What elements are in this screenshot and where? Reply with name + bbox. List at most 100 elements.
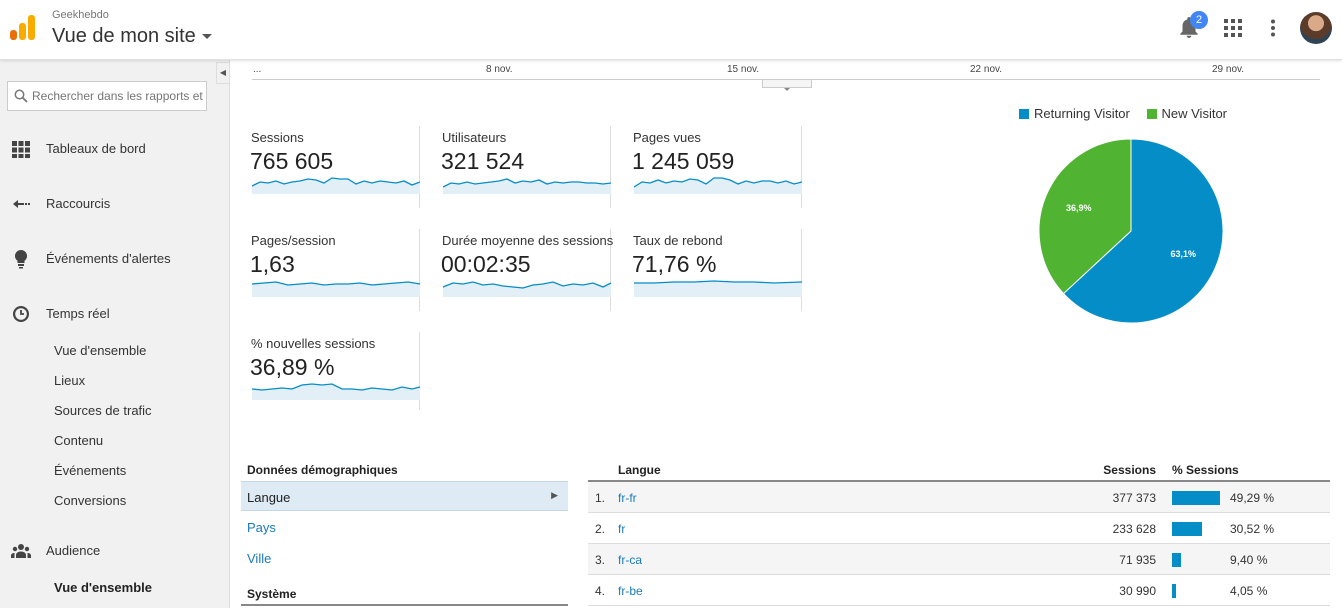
chevron-down-icon [784,88,790,91]
timeline-label: 15 nov. [727,64,760,75]
chevron-right-icon: ▶ [551,490,558,500]
legend-item[interactable]: Returning Visitor [1019,106,1130,121]
legend-item[interactable]: New Visitor [1146,106,1228,121]
date-timeline: ... 8 nov. 15 nov. 22 nov. 29 nov. [240,60,1320,91]
account-name: Geekhebdo [52,9,109,21]
percent-value: 30,52 % [1230,522,1275,536]
metric-name: Pages vues [633,130,701,145]
metric-value: 00:02:35 [441,251,531,277]
collapse-sidebar-button[interactable]: ◀ [216,62,230,84]
metric-bounce-rate[interactable]: Taux de rebond 71,76 % [622,229,803,311]
sidebar-item-label: Temps réel [46,306,110,321]
apps-grid-icon[interactable] [1224,19,1242,37]
legend-label: New Visitor [1161,106,1228,121]
sidebar-item-alerts[interactable]: Événements d'alertes [0,246,230,272]
sparkline [252,383,421,400]
sidebar-item-dashboards[interactable]: Tableaux de bord [0,136,230,162]
row-number: 1. [595,491,606,505]
demo-item-city[interactable]: Ville [241,543,568,573]
caret-down-icon [201,34,212,40]
sparkline [252,281,421,297]
search-box[interactable] [7,81,207,111]
legend-label: Returning Visitor [1034,106,1130,121]
language-link[interactable]: fr-fr [618,491,637,505]
sidebar-subitem-overview[interactable]: Vue d'ensemble [54,343,146,358]
pie-label: 63,1% [1171,249,1197,259]
sidebar-item-audience[interactable]: Audience [0,538,230,564]
column-header-language[interactable]: Langue [618,463,661,477]
row-number: 2. [595,522,606,536]
sidebar-item-realtime[interactable]: Temps réel [0,301,230,327]
row-number: 3. [595,553,606,567]
percent-value: 49,29 % [1230,491,1275,505]
metric-name: Pages/session [251,233,336,248]
metric-sessions[interactable]: Sessions 765 605 [240,126,421,208]
chart-legend: Returning Visitor New Visitor [1019,106,1240,121]
metric-pages-per-session[interactable]: Pages/session 1,63 [240,229,421,311]
metric-value: 71,76 % [632,251,717,277]
property-selector[interactable]: Vue de mon site [52,25,212,48]
percent-value: 9,40 % [1230,553,1268,567]
site-title: Vue de mon site [52,25,196,47]
timeline-drag-handle[interactable] [762,80,812,91]
metric-name: Utilisateurs [442,130,507,145]
notification-badge[interactable]: 2 [1190,11,1208,29]
visitor-type-pie-chart: 63,1% 36,9% [1038,138,1224,324]
sidebar-item-shortcuts[interactable]: Raccourcis [0,191,230,217]
analytics-logo-icon[interactable] [10,15,36,41]
sessions-value: 377 373 [1112,491,1156,505]
metric-new-sessions[interactable]: % nouvelles sessions 36,89 % [240,332,421,410]
avatar[interactable] [1300,12,1332,44]
sidebar-subitem-audience-overview[interactable]: Vue d'ensemble [54,580,152,595]
demo-item-label: Langue [247,490,291,505]
divider [241,604,568,606]
more-vert-icon[interactable] [1265,19,1281,37]
demographics-heading: Données démographiques [247,463,398,477]
metric-value: 1,63 [250,251,295,277]
sidebar-item-label: Raccourcis [46,196,111,211]
sidebar-item-label: Événements d'alertes [46,251,171,266]
metric-value: 1 245 059 [632,148,735,174]
sidebar-subitem-events[interactable]: Événements [54,463,126,478]
language-link[interactable]: fr-ca [618,553,642,567]
timeline-label: ... [253,64,262,75]
sidebar-subitem-locations[interactable]: Lieux [54,373,85,388]
sparkline [443,281,612,297]
column-header-sessions[interactable]: Sessions [1103,463,1156,477]
metric-name: Taux de rebond [633,233,723,248]
metric-pageviews[interactable]: Pages vues 1 245 059 [622,126,803,208]
demo-item-label: Pays [247,520,276,535]
metric-value: 36,89 % [250,354,335,380]
demo-item-language[interactable]: Langue ▶ [241,481,568,511]
timeline-label: 29 nov. [1212,64,1245,75]
search-icon [14,89,28,103]
percent-bar [1172,553,1181,567]
percent-bar [1172,522,1202,536]
metric-users[interactable]: Utilisateurs 321 524 [431,126,612,208]
legend-swatch [1146,109,1157,119]
demo-item-label: Ville [247,551,272,566]
clock-icon [13,306,29,322]
app-header: Geekhebdo Vue de mon site 2 [0,0,1342,60]
metric-value: 765 605 [250,148,334,174]
timeline-label: 8 nov. [486,64,513,75]
sidebar-subitem-conversions[interactable]: Conversions [54,493,126,508]
sidebar-item-label: Audience [46,543,101,558]
sessions-value: 233 628 [1112,522,1156,536]
sidebar-item-label: Tableaux de bord [46,141,146,156]
metric-name: % nouvelles sessions [251,336,376,351]
metric-avg-session-duration[interactable]: Durée moyenne des sessions 00:02:35 [431,229,614,311]
column-header-percent[interactable]: % Sessions [1172,463,1239,477]
sidebar-subitem-traffic-sources[interactable]: Sources de trafic [54,403,152,418]
demo-item-country[interactable]: Pays [241,512,568,542]
percent-value: 4,05 % [1230,584,1268,598]
metric-name: Durée moyenne des sessions [442,233,614,248]
language-link[interactable]: fr-be [618,584,643,598]
sidebar-subitem-content[interactable]: Contenu [54,433,103,448]
language-link[interactable]: fr [618,522,625,536]
search-input[interactable] [32,88,204,104]
table-row: 1. fr-fr 377 373 49,29 % [588,482,1330,513]
metric-name: Sessions [251,130,304,145]
system-heading: Système [247,587,297,601]
sparkline [634,280,803,297]
